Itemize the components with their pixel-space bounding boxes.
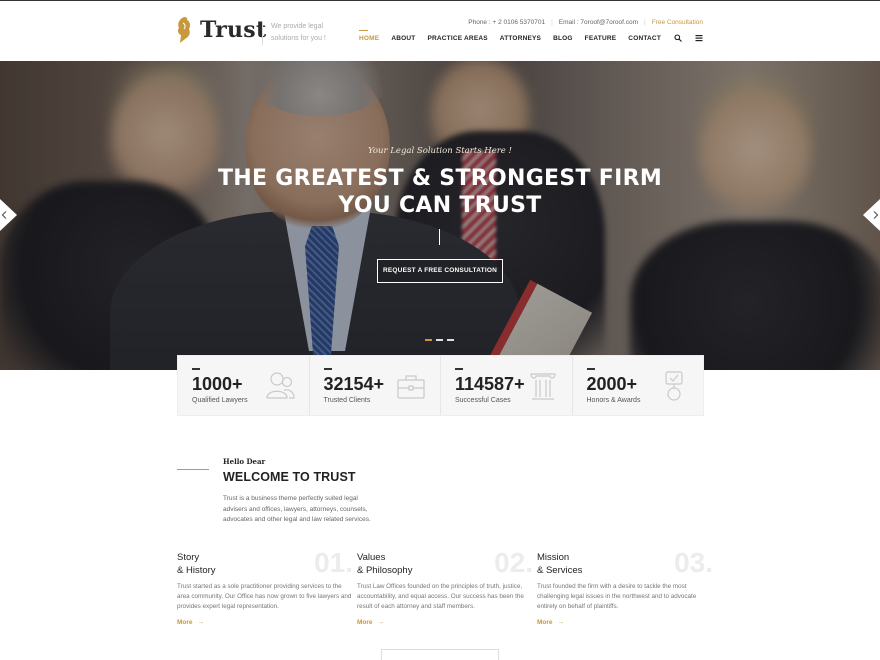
arrow-right-icon: → xyxy=(557,619,565,626)
welcome-description: Trust is a business theme perfectly suit… xyxy=(223,495,371,523)
slider-dot[interactable] xyxy=(425,339,432,341)
lion-logo-icon xyxy=(177,17,191,43)
stat-accent xyxy=(455,368,463,370)
hero-title-line: YOU CAN TRUST xyxy=(338,193,542,218)
hero-subtitle: Your Legal Solution Starts Here ! xyxy=(368,146,512,156)
column-title-line: Values xyxy=(357,552,386,563)
column-number: 02. xyxy=(494,547,533,578)
welcome-kicker: Hello Dear xyxy=(223,457,266,466)
nav-blog[interactable]: BLOG xyxy=(553,35,573,42)
more-link[interactable]: More → xyxy=(537,619,564,626)
hero-title: THE GREATEST & STRONGEST FIRM YOU CAN TR… xyxy=(0,165,880,219)
site-header: Trust We provide legal solutions for you… xyxy=(0,0,880,61)
stat-item: 1000+ Qualified Lawyers xyxy=(178,356,310,415)
brand-tagline: We provide legal solutions for you ! xyxy=(262,21,342,45)
stat-value: 2000+ xyxy=(586,374,638,394)
arrow-right-icon: → xyxy=(377,619,385,626)
divider: | xyxy=(643,19,646,26)
email-text[interactable]: Email : 7oroof@7oroof.com xyxy=(559,19,638,26)
hero-title-line: THE GREATEST & STRONGEST FIRM xyxy=(217,166,663,191)
column-title: Values & Philosophy xyxy=(357,551,412,577)
stat-label: Honors & Awards xyxy=(586,397,641,404)
column-title-line: & History xyxy=(177,565,216,576)
arrow-right-icon: → xyxy=(197,619,205,626)
column-title: Story & History xyxy=(177,551,216,577)
briefcase-icon xyxy=(397,375,425,399)
hero-content: Your Legal Solution Starts Here ! THE GR… xyxy=(0,61,880,370)
pillar-icon xyxy=(529,373,556,400)
column-text: Trust founded the firm with a desire to … xyxy=(537,583,697,610)
stat-accent xyxy=(586,368,595,370)
stat-item: 32154+ Trusted Clients xyxy=(310,356,441,415)
brand-name: Trust xyxy=(200,17,267,43)
divider: | xyxy=(551,19,553,26)
hero-divider xyxy=(439,229,440,245)
nav-about[interactable]: ABOUT xyxy=(391,35,415,42)
more-label: More xyxy=(357,619,373,626)
nav-home[interactable]: HOME xyxy=(359,29,379,42)
stat-label: Successful Cases xyxy=(455,397,511,404)
chevron-left-icon xyxy=(1,211,7,219)
stat-label: Trusted Clients xyxy=(323,397,371,404)
column-title: Mission & Services xyxy=(537,551,582,577)
stat-item: 2000+ Honors & Awards xyxy=(573,356,704,415)
more-label: More xyxy=(177,619,193,626)
nav-practice-areas[interactable]: PRACTICE AREAS xyxy=(427,35,487,42)
chevron-right-icon xyxy=(873,211,879,219)
search-icon[interactable] xyxy=(674,34,682,42)
feature-column: 03. Mission & Services Trust founded the… xyxy=(537,547,713,640)
menu-icon[interactable] xyxy=(695,34,703,42)
feature-column: 01. Story & History Trust started as a s… xyxy=(177,547,353,640)
feature-column: 02. Values & Philosophy Trust Law Office… xyxy=(357,547,533,640)
stat-accent xyxy=(323,368,332,370)
hero-slider: Your Legal Solution Starts Here ! THE GR… xyxy=(0,61,880,370)
stat-item: 114587+ Successful Cases xyxy=(441,356,573,415)
award-icon xyxy=(665,371,683,401)
request-consultation-button[interactable]: REQUEST A FREE CONSULTATION xyxy=(377,259,503,283)
section-button[interactable] xyxy=(381,649,499,660)
slider-dots xyxy=(425,339,454,341)
nav-feature[interactable]: FEATURE xyxy=(585,35,617,42)
stats-bar: 1000+ Qualified Lawyers 32154+ Trusted C… xyxy=(177,355,704,416)
slider-dot[interactable] xyxy=(447,339,454,341)
welcome-title: WELCOME TO TRUST xyxy=(223,470,356,484)
phone-text: Phone : + 2 0106 5370701 xyxy=(468,19,546,26)
column-title-line: & Services xyxy=(537,565,583,576)
more-label: More xyxy=(537,619,553,626)
more-link[interactable]: More → xyxy=(177,619,204,626)
more-link[interactable]: More → xyxy=(357,619,384,626)
main-nav: HOME ABOUT PRACTICE AREAS ATTORNEYS BLOG… xyxy=(347,29,703,42)
nav-contact[interactable]: CONTACT xyxy=(628,35,661,42)
column-number: 01. xyxy=(314,547,353,578)
column-title-line: & Philosophy xyxy=(357,565,413,576)
nav-attorneys[interactable]: ATTORNEYS xyxy=(500,35,541,42)
column-text: Trust started as a sole practitioner pro… xyxy=(177,583,352,610)
stat-accent xyxy=(192,368,200,370)
column-title-line: Story xyxy=(177,552,200,563)
stat-value: 1000+ xyxy=(192,374,243,394)
slider-dot[interactable] xyxy=(436,339,443,341)
free-consultation-link[interactable]: Free Consultation xyxy=(652,19,703,26)
column-title-line: Mission xyxy=(537,552,570,563)
stat-value: 114587+ xyxy=(455,374,525,394)
topbar: Phone : + 2 0106 5370701 | Email : 7oroo… xyxy=(468,19,703,26)
column-text: Trust Law Offices founded on the princip… xyxy=(357,583,524,610)
stat-value: 32154+ xyxy=(323,374,385,394)
welcome-accent-line xyxy=(177,469,209,470)
stat-label: Qualified Lawyers xyxy=(192,397,248,404)
logo[interactable]: Trust xyxy=(176,17,266,43)
column-number: 03. xyxy=(674,547,713,578)
lawyers-icon xyxy=(265,372,295,399)
